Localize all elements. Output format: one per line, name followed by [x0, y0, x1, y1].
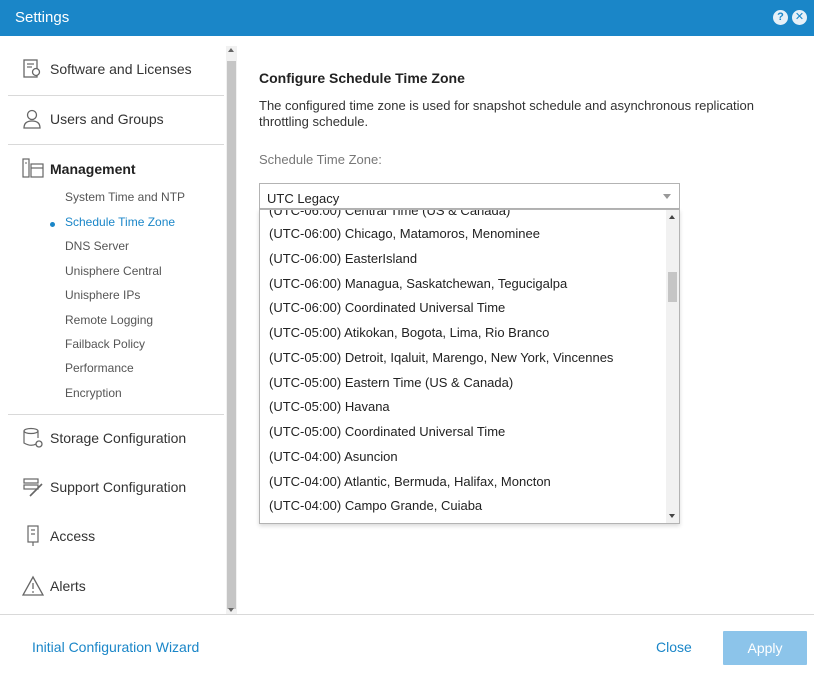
sidebar-item-label: Alerts [50, 578, 86, 594]
list-item[interactable]: (UTC-06:00) Managua, Saskatchewan, Teguc… [269, 276, 567, 291]
sidebar-item-alerts[interactable]: Alerts [0, 562, 224, 611]
subitem-remote-logging[interactable]: Remote Logging [65, 313, 153, 327]
close-button[interactable]: Close [656, 639, 692, 655]
subitem-schedule-time-zone[interactable]: Schedule Time Zone [65, 215, 175, 229]
subitem-system-time-ntp[interactable]: System Time and NTP [65, 190, 185, 204]
sidebar-item-access[interactable]: Access [0, 512, 224, 561]
sidebar-item-label: Users and Groups [50, 111, 164, 127]
scroll-up-icon[interactable] [228, 48, 234, 52]
scrollbar-thumb[interactable] [668, 272, 677, 302]
access-device-icon [27, 525, 39, 546]
scroll-down-icon[interactable] [228, 608, 234, 612]
close-icon[interactable]: ✕ [792, 10, 807, 25]
sidebar-item-storage-configuration[interactable]: Storage Configuration [0, 414, 224, 463]
subitem-encryption[interactable]: Encryption [65, 386, 122, 400]
list-item[interactable]: (UTC-04:00) Atlantic, Bermuda, Halifax, … [269, 474, 551, 489]
time-zone-dropdown-list: (UTC-06:00) Central Time (US & Canada) (… [259, 209, 680, 524]
list-item[interactable]: (UTC-05:00) Eastern Time (US & Canada) [269, 375, 513, 390]
sidebar-item-label: Access [50, 528, 96, 544]
main-panel: Configure Schedule Time Zone The configu… [237, 36, 814, 614]
subitem-unisphere-ips[interactable]: Unisphere IPs [65, 288, 140, 302]
dialog-footer: Initial Configuration Wizard Close Apply [0, 614, 814, 677]
settings-sidebar: Software and Licenses Users and Groups M… [0, 36, 237, 614]
dialog-title: Settings [15, 9, 70, 26]
sidebar-item-label: Software and Licenses [50, 61, 192, 77]
page-description: The configured time zone is used for sna… [259, 98, 755, 129]
sidebar-scrollbar[interactable] [226, 46, 237, 614]
scrollbar-thumb[interactable] [227, 61, 236, 609]
list-item[interactable]: (UTC-06:00) EasterIsland [269, 251, 417, 266]
scroll-up-icon[interactable] [669, 215, 675, 219]
apply-button[interactable]: Apply [723, 631, 807, 665]
user-icon [23, 109, 41, 129]
page-title: Configure Schedule Time Zone [259, 70, 465, 86]
list-item[interactable]: (UTC-05:00) Coordinated Universal Time [269, 424, 505, 439]
initial-configuration-wizard-link[interactable]: Initial Configuration Wizard [32, 639, 199, 655]
sidebar-item-label: Support Configuration [50, 479, 187, 495]
subitem-dns-server[interactable]: DNS Server [65, 239, 129, 253]
sidebar-nav: Software and Licenses Users and Groups M… [0, 36, 224, 614]
list-item[interactable]: (UTC-06:00) Coordinated Universal Time [269, 300, 505, 315]
storage-gear-icon [23, 427, 43, 448]
management-icon [22, 158, 44, 178]
chevron-down-icon [663, 194, 671, 199]
selected-value: UTC Legacy [267, 191, 340, 206]
sidebar-item-software-and-licenses[interactable]: Software and Licenses [0, 45, 224, 94]
active-bullet [50, 222, 55, 227]
sidebar-item-support-configuration[interactable]: Support Configuration [0, 463, 224, 512]
list-item[interactable]: (UTC-05:00) Havana [269, 399, 390, 414]
subitem-performance[interactable]: Performance [65, 361, 134, 375]
list-item[interactable]: (UTC-04:00) Asuncion [269, 449, 398, 464]
sidebar-item-label: Storage Configuration [50, 430, 187, 446]
settings-dialog: Settings ? ✕ Software and Licenses Users… [0, 0, 814, 677]
time-zone-select[interactable]: UTC Legacy [259, 183, 680, 209]
list-item[interactable]: (UTC-06:00) Chicago, Matamoros, Menomine… [269, 226, 540, 241]
list-item[interactable]: (UTC-05:00) Atikokan, Bogota, Lima, Rio … [269, 325, 549, 340]
list-item[interactable]: (UTC-06:00) Central Time (US & Canada) [269, 210, 510, 218]
warning-triangle-icon [22, 575, 44, 596]
subitem-failback-policy[interactable]: Failback Policy [65, 337, 145, 351]
scroll-down-icon[interactable] [669, 514, 675, 518]
dropdown-scrollbar[interactable] [666, 210, 679, 523]
license-document-icon [23, 59, 41, 78]
sidebar-item-users-and-groups[interactable]: Users and Groups [0, 95, 224, 144]
help-icon[interactable]: ? [773, 10, 788, 25]
subitem-unisphere-central[interactable]: Unisphere Central [65, 264, 162, 278]
title-bar: Settings ? ✕ [0, 0, 814, 36]
support-tools-icon [23, 478, 43, 497]
schedule-time-zone-label: Schedule Time Zone: [259, 152, 382, 167]
sidebar-item-management[interactable]: Management [0, 145, 224, 194]
sidebar-item-label: Management [50, 161, 136, 177]
list-item[interactable]: (UTC-04:00) Campo Grande, Cuiaba [269, 498, 482, 513]
list-item[interactable]: (UTC-05:00) Detroit, Iqaluit, Marengo, N… [269, 350, 613, 365]
